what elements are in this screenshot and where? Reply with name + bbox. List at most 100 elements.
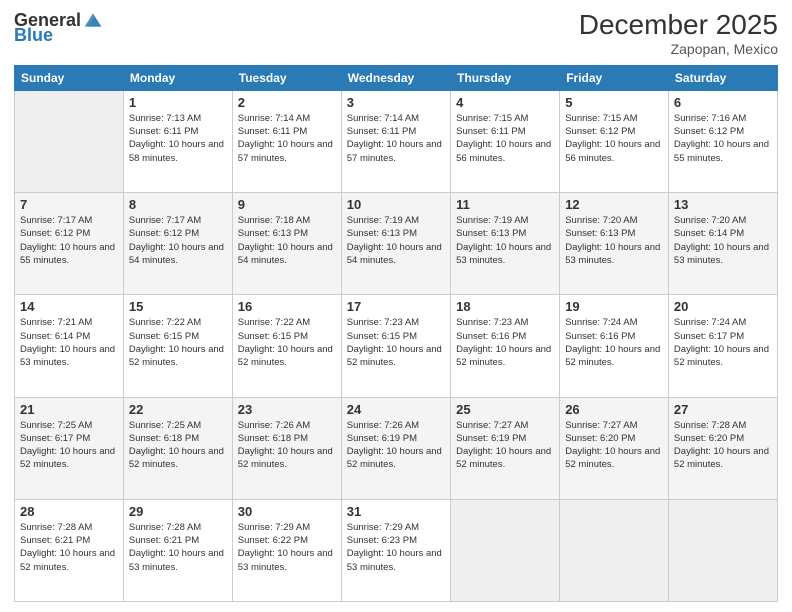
day-number: 6 <box>674 95 772 110</box>
day-number: 21 <box>20 402 118 417</box>
day-number: 31 <box>347 504 445 519</box>
day-info: Sunrise: 7:26 AMSunset: 6:19 PMDaylight:… <box>347 419 445 472</box>
calendar-cell: 8 Sunrise: 7:17 AMSunset: 6:12 PMDaylight… <box>123 193 232 295</box>
day-number: 26 <box>565 402 663 417</box>
calendar-cell: 9 Sunrise: 7:18 AMSunset: 6:13 PMDaylight… <box>232 193 341 295</box>
calendar-cell: 18Sunrise: 7:23 AMSunset: 6:16 PMDayligh… <box>451 295 560 397</box>
day-number: 24 <box>347 402 445 417</box>
calendar-cell: 24 Sunrise: 7:26 AMSunset: 6:19 PMDayligh… <box>341 397 450 499</box>
day-info: Sunrise: 7:14 AMSunset: 6:11 PMDaylight:… <box>347 112 445 165</box>
calendar-cell: 13 Sunrise: 7:20 AMSunset: 6:14 PMDayligh… <box>668 193 777 295</box>
calendar-cell: 30 Sunrise: 7:29 AMSunset: 6:22 PMDayligh… <box>232 499 341 601</box>
day-info: Sunrise: 7:20 AMSunset: 6:14 PMDaylight:… <box>674 214 772 267</box>
calendar-cell: 15Sunrise: 7:22 AMSunset: 6:15 PMDayligh… <box>123 295 232 397</box>
day-header-monday: Monday <box>123 65 232 90</box>
day-number: 28 <box>20 504 118 519</box>
day-number: 27 <box>674 402 772 417</box>
calendar-cell: 16Sunrise: 7:22 AMSunset: 6:15 PMDayligh… <box>232 295 341 397</box>
calendar-cell: 7 Sunrise: 7:17 AMSunset: 6:12 PMDaylight… <box>15 193 124 295</box>
day-info: Sunrise: 7:20 AMSunset: 6:13 PMDaylight:… <box>565 214 663 267</box>
calendar-cell: 3Sunrise: 7:14 AMSunset: 6:11 PMDaylight… <box>341 90 450 192</box>
day-number: 20 <box>674 299 772 314</box>
day-number: 29 <box>129 504 227 519</box>
calendar-cell <box>668 499 777 601</box>
calendar-cell: 5 Sunrise: 7:15 AMSunset: 6:12 PMDaylight… <box>560 90 669 192</box>
day-number: 19 <box>565 299 663 314</box>
day-number: 10 <box>347 197 445 212</box>
day-info: Sunrise: 7:15 AMSunset: 6:11 PMDaylight:… <box>456 112 554 165</box>
calendar-cell <box>560 499 669 601</box>
day-number: 5 <box>565 95 663 110</box>
title-area: December 2025 Zapopan, Mexico <box>579 10 778 57</box>
day-number: 9 <box>238 197 336 212</box>
day-number: 2 <box>238 95 336 110</box>
calendar-cell: 14Sunrise: 7:21 AMSunset: 6:14 PMDayligh… <box>15 295 124 397</box>
day-number: 12 <box>565 197 663 212</box>
calendar-cell: 6Sunrise: 7:16 AMSunset: 6:12 PMDaylight… <box>668 90 777 192</box>
day-info: Sunrise: 7:19 AMSunset: 6:13 PMDaylight:… <box>347 214 445 267</box>
calendar-cell: 23 Sunrise: 7:26 AMSunset: 6:18 PMDayligh… <box>232 397 341 499</box>
day-info: Sunrise: 7:29 AMSunset: 6:22 PMDaylight:… <box>238 521 336 574</box>
day-info: Sunrise: 7:28 AMSunset: 6:21 PMDaylight:… <box>129 521 227 574</box>
day-number: 11 <box>456 197 554 212</box>
day-header-wednesday: Wednesday <box>341 65 450 90</box>
day-header-saturday: Saturday <box>668 65 777 90</box>
header: General Blue December 2025 Zapopan, Mexi… <box>14 10 778 57</box>
day-info: Sunrise: 7:28 AMSunset: 6:20 PMDaylight:… <box>674 419 772 472</box>
calendar-cell: 22 Sunrise: 7:25 AMSunset: 6:18 PMDayligh… <box>123 397 232 499</box>
calendar-cell: 20 Sunrise: 7:24 AMSunset: 6:17 PMDayligh… <box>668 295 777 397</box>
calendar-cell <box>15 90 124 192</box>
day-info: Sunrise: 7:22 AMSunset: 6:15 PMDaylight:… <box>238 316 336 369</box>
day-info: Sunrise: 7:13 AMSunset: 6:11 PMDaylight:… <box>129 112 227 165</box>
day-info: Sunrise: 7:26 AMSunset: 6:18 PMDaylight:… <box>238 419 336 472</box>
day-number: 15 <box>129 299 227 314</box>
calendar-cell: 1Sunrise: 7:13 AMSunset: 6:11 PMDaylight… <box>123 90 232 192</box>
day-header-tuesday: Tuesday <box>232 65 341 90</box>
day-info: Sunrise: 7:14 AMSunset: 6:11 PMDaylight:… <box>238 112 336 165</box>
calendar-cell: 19Sunrise: 7:24 AMSunset: 6:16 PMDayligh… <box>560 295 669 397</box>
calendar-cell: 21 Sunrise: 7:25 AMSunset: 6:17 PMDayligh… <box>15 397 124 499</box>
day-info: Sunrise: 7:28 AMSunset: 6:21 PMDaylight:… <box>20 521 118 574</box>
day-info: Sunrise: 7:18 AMSunset: 6:13 PMDaylight:… <box>238 214 336 267</box>
logo: General Blue <box>14 10 103 44</box>
page: General Blue December 2025 Zapopan, Mexi… <box>0 0 792 612</box>
calendar-cell: 4 Sunrise: 7:15 AMSunset: 6:11 PMDaylight… <box>451 90 560 192</box>
day-info: Sunrise: 7:24 AMSunset: 6:17 PMDaylight:… <box>674 316 772 369</box>
calendar-cell: 10 Sunrise: 7:19 AMSunset: 6:13 PMDayligh… <box>341 193 450 295</box>
day-info: Sunrise: 7:27 AMSunset: 6:19 PMDaylight:… <box>456 419 554 472</box>
day-number: 22 <box>129 402 227 417</box>
month-title: December 2025 <box>579 10 778 41</box>
calendar-cell: 31 Sunrise: 7:29 AMSunset: 6:23 PMDayligh… <box>341 499 450 601</box>
day-number: 4 <box>456 95 554 110</box>
calendar-table: SundayMondayTuesdayWednesdayThursdayFrid… <box>14 65 778 602</box>
calendar-cell: 25 Sunrise: 7:27 AMSunset: 6:19 PMDayligh… <box>451 397 560 499</box>
day-number: 7 <box>20 197 118 212</box>
logo-blue: Blue <box>14 26 53 44</box>
day-info: Sunrise: 7:21 AMSunset: 6:14 PMDaylight:… <box>20 316 118 369</box>
day-info: Sunrise: 7:25 AMSunset: 6:18 PMDaylight:… <box>129 419 227 472</box>
day-info: Sunrise: 7:17 AMSunset: 6:12 PMDaylight:… <box>129 214 227 267</box>
day-info: Sunrise: 7:29 AMSunset: 6:23 PMDaylight:… <box>347 521 445 574</box>
subtitle: Zapopan, Mexico <box>579 41 778 57</box>
day-header-friday: Friday <box>560 65 669 90</box>
calendar-cell: 29 Sunrise: 7:28 AMSunset: 6:21 PMDayligh… <box>123 499 232 601</box>
calendar-cell <box>451 499 560 601</box>
day-info: Sunrise: 7:15 AMSunset: 6:12 PMDaylight:… <box>565 112 663 165</box>
day-info: Sunrise: 7:17 AMSunset: 6:12 PMDaylight:… <box>20 214 118 267</box>
logo-icon <box>83 10 103 30</box>
day-number: 30 <box>238 504 336 519</box>
day-number: 18 <box>456 299 554 314</box>
day-number: 8 <box>129 197 227 212</box>
day-number: 25 <box>456 402 554 417</box>
day-header-sunday: Sunday <box>15 65 124 90</box>
day-number: 13 <box>674 197 772 212</box>
calendar-cell: 17Sunrise: 7:23 AMSunset: 6:15 PMDayligh… <box>341 295 450 397</box>
day-number: 23 <box>238 402 336 417</box>
day-info: Sunrise: 7:27 AMSunset: 6:20 PMDaylight:… <box>565 419 663 472</box>
calendar-cell: 11 Sunrise: 7:19 AMSunset: 6:13 PMDayligh… <box>451 193 560 295</box>
calendar-cell: 26 Sunrise: 7:27 AMSunset: 6:20 PMDayligh… <box>560 397 669 499</box>
day-number: 17 <box>347 299 445 314</box>
day-header-thursday: Thursday <box>451 65 560 90</box>
day-info: Sunrise: 7:25 AMSunset: 6:17 PMDaylight:… <box>20 419 118 472</box>
day-info: Sunrise: 7:19 AMSunset: 6:13 PMDaylight:… <box>456 214 554 267</box>
